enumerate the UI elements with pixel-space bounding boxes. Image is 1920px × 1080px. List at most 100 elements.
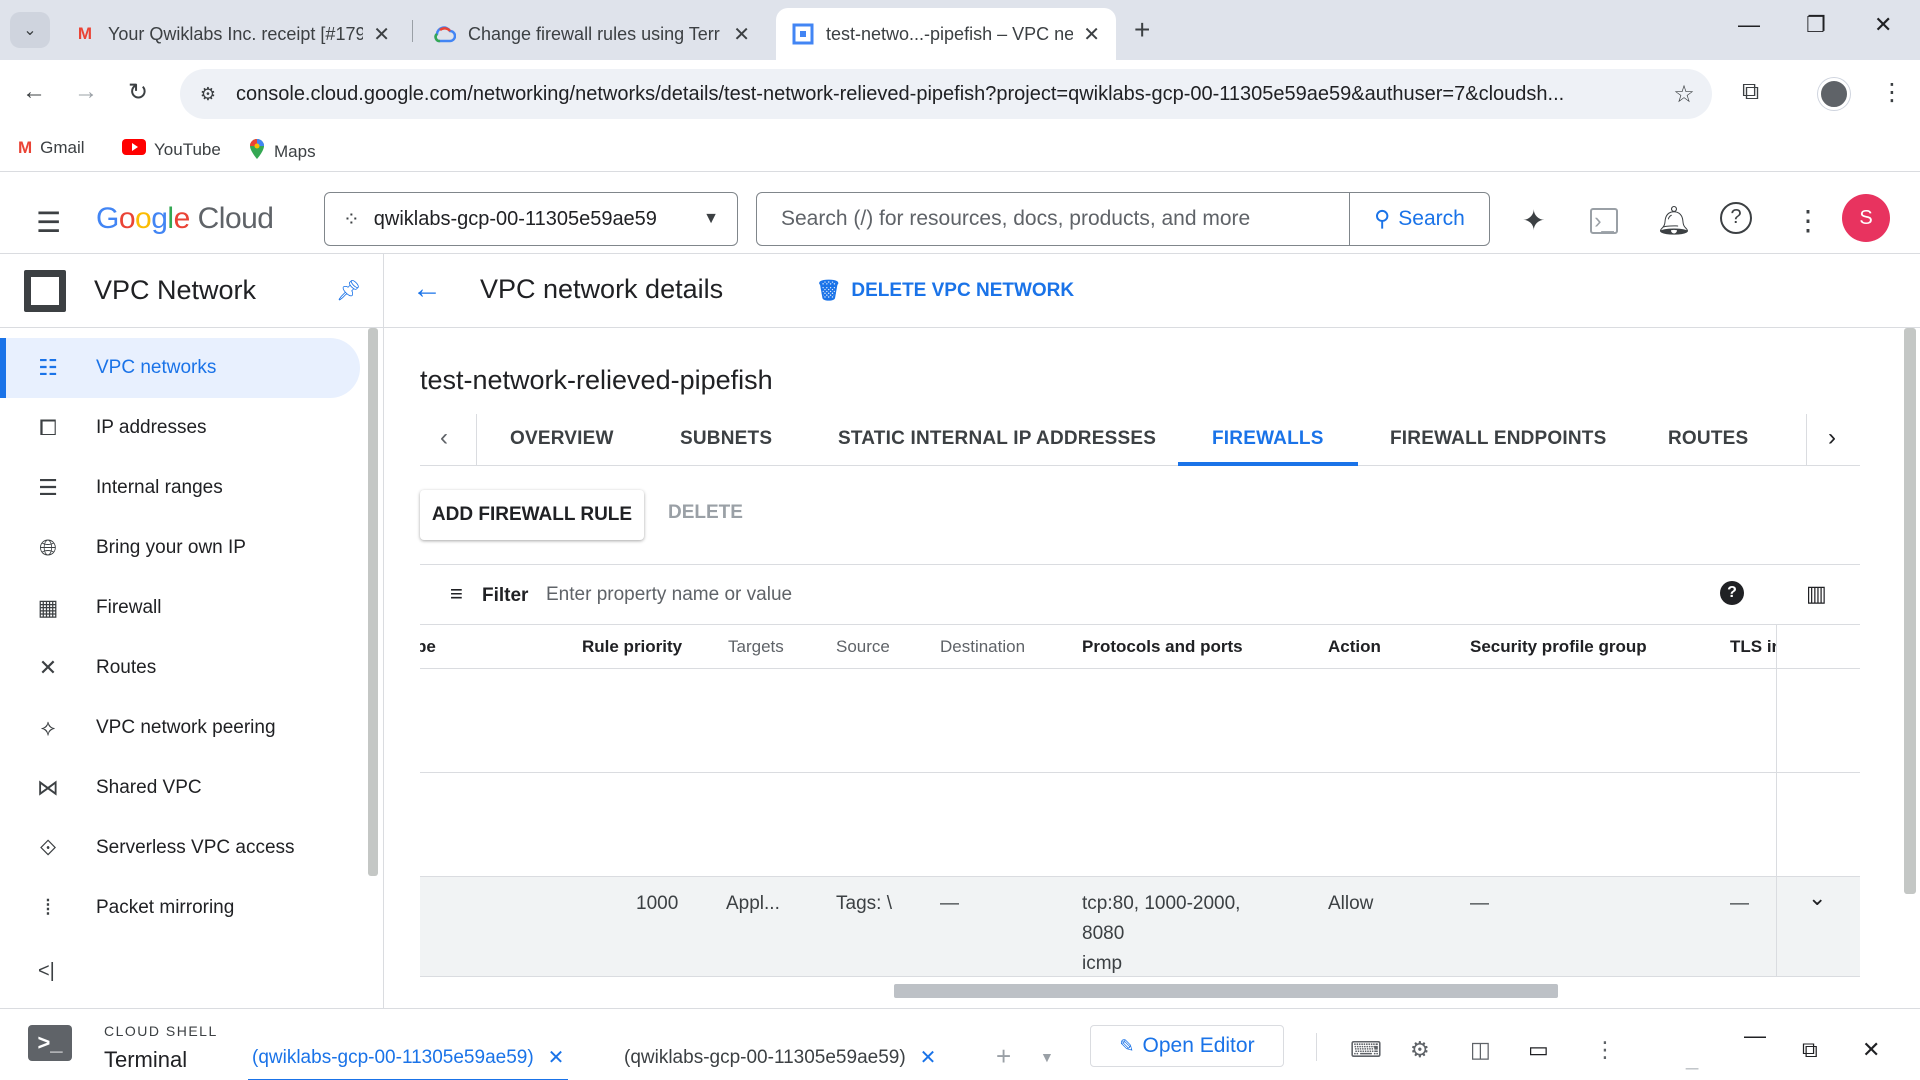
browser-tab-receipt[interactable]: M Your Qwiklabs Inc. receipt [#179 ✕ [58,8,406,60]
delete-button[interactable]: DELETE [668,502,743,524]
back-icon[interactable]: ← [22,78,46,106]
search-button[interactable]: ⚲ Search [1349,193,1489,245]
bookmark-maps[interactable]: Maps [248,138,316,165]
main-menu-icon[interactable]: ☰ [36,206,61,239]
expand-row-icon[interactable]: ⌄ [1808,885,1826,911]
browser-tab-vpc[interactable]: test-netwo...-pipefish – VPC net ✕ [776,8,1116,60]
close-icon[interactable]: ✕ [548,1045,565,1070]
site-info-icon[interactable]: ⚙ [180,84,236,105]
bookmark-star-icon[interactable]: ☆ [1656,80,1712,109]
more-options-icon[interactable]: ⋮ [1594,1037,1616,1063]
chevron-right-icon[interactable]: › [1828,424,1836,452]
terminal-tab-1[interactable]: (qwiklabs-gcp-00-11305e59ae59) ✕ [247,1045,569,1080]
browser-menu-icon[interactable]: ⋮ [1880,78,1904,107]
column-header-type[interactable]: pe [420,637,436,657]
sidebar-item-routes[interactable]: ✕ Routes [0,638,360,698]
column-header-rule-priority[interactable]: Rule priority [582,637,682,657]
chevron-left-icon[interactable]: ‹ [440,424,448,452]
close-icon[interactable]: ✕ [920,1045,937,1070]
help-icon[interactable]: ? [1720,202,1752,234]
column-header-tls-inspection[interactable]: TLS in [1730,637,1776,657]
tab-static-internal-ip-addresses[interactable]: STATIC INTERNAL IP ADDRESSES [838,428,1156,450]
sidebar-scrollbar[interactable] [368,328,378,876]
tab-overview[interactable]: OVERVIEW [510,428,614,450]
cloud-shell-icon[interactable]: ›_ [1590,208,1618,234]
pin-icon[interactable]: 📌︎ [336,278,361,303]
tab-routes[interactable]: ROUTES [1668,428,1748,450]
close-icon[interactable]: ✕ [373,22,390,47]
collapse-nav-icon[interactable]: <| [38,960,55,983]
reload-icon[interactable]: ↻ [128,78,148,107]
search-input[interactable] [757,193,1349,245]
add-terminal-icon[interactable]: + [996,1041,1011,1072]
url-text[interactable]: console.cloud.google.com/networking/netw… [236,83,1656,106]
sidebar-item-firewall[interactable]: ▦ Firewall [0,578,360,638]
avatar[interactable]: S [1842,194,1890,242]
extensions-icon[interactable]: ⧉ [1742,78,1759,106]
column-header-source[interactable]: Source [836,637,890,657]
project-picker[interactable]: ⁘ qwiklabs-gcp-00-11305e59ae59 ▼ [324,192,738,246]
sidebar-item-packet-mirroring[interactable]: ⦙ Packet mirroring [0,878,360,938]
close-shell-icon[interactable]: ✕ [1862,1037,1880,1063]
bookmark-gmail[interactable]: M Gmail [18,138,85,158]
table-row[interactable]: 1000 Appl... Tags: \ — tcp:80, 1000-2000… [420,877,1860,977]
sidebar-item-vpc-network-peering[interactable]: ⟡ VPC network peering [0,698,360,758]
column-header-targets[interactable]: Targets [728,637,784,657]
tab-firewall-endpoints[interactable]: FIREWALL ENDPOINTS [1390,428,1606,450]
open-editor-button[interactable]: ✎ Open Editor [1090,1025,1284,1067]
tab-firewalls[interactable]: FIREWALLS [1212,428,1324,450]
chevron-down-icon[interactable]: ▼ [1040,1049,1054,1065]
terminal-layout-icon[interactable]: ▭ [1528,1037,1549,1063]
minimize-shell-icon[interactable]: _ [1686,1045,1698,1071]
help-icon[interactable]: ? [1720,581,1744,605]
close-icon[interactable]: ✕ [1083,22,1100,47]
horizontal-scrollbar[interactable] [894,984,1558,998]
browser-profile-avatar[interactable] [1818,78,1850,110]
notifications-icon[interactable]: 🔔︎ [1656,204,1692,237]
column-header-destination[interactable]: Destination [940,637,1025,657]
tab-search-icon[interactable]: ⌄ [10,12,50,48]
gemini-icon[interactable]: ✦ [1522,204,1545,237]
delete-vpc-network-button[interactable]: 🗑︎ DELETE VPC NETWORK [816,278,1074,303]
terminal-tab-2[interactable]: (qwiklabs-gcp-00-11305e59ae59) ✕ [624,1045,936,1070]
add-firewall-rule-button[interactable]: ADD FIREWALL RULE [420,490,644,540]
google-cloud-logo[interactable]: Google Cloud [96,202,274,236]
keyboard-icon[interactable]: ⌨ [1350,1037,1382,1063]
firewall-rules-table: ≡ Filter ? ▥ pe Rule priority Targets So… [420,564,1860,977]
forward-icon[interactable]: → [74,78,98,106]
tab-subnets[interactable]: SUBNETS [680,428,772,450]
sidebar-item-vpc-networks[interactable]: ☷ VPC networks [0,338,360,398]
window-close-icon[interactable]: ✕ [1874,12,1892,38]
sidebar-item-serverless-vpc-access[interactable]: ⟐ Serverless VPC access [0,818,360,878]
column-header-protocols-and-ports[interactable]: Protocols and ports [1082,637,1243,657]
more-options-icon[interactable]: ⋮ [1794,204,1822,237]
bookmark-youtube[interactable]: YouTube [122,138,221,161]
sidebar-item-bring-your-own-ip[interactable]: 🌐︎ Bring your own IP [0,518,360,578]
column-header-action[interactable]: Action [1328,637,1381,657]
close-icon[interactable]: ✕ [733,22,750,47]
table-row[interactable] [420,669,1860,773]
left-nav: VPC Network 📌︎ ☷ VPC networks ⧠ IP addre… [0,254,384,1008]
sidebar-item-ip-addresses[interactable]: ⧠ IP addresses [0,398,360,458]
browser-tab-firewall-docs[interactable]: Change firewall rules using Terr ✕ [418,8,766,60]
restore-icon[interactable]: ❐ [1806,12,1826,38]
table-row[interactable] [420,773,1860,877]
open-in-new-window-icon[interactable]: ⧉ [1802,1037,1818,1063]
filter-input[interactable] [546,575,1446,615]
cloud-shell-label: CLOUD SHELL [104,1023,218,1039]
new-tab-button[interactable]: + [1134,14,1150,46]
minimize-icon[interactable]: — [1738,12,1760,38]
back-arrow-icon[interactable]: ← [412,272,442,306]
settings-gear-icon[interactable]: ⚙ [1410,1037,1430,1063]
maps-icon [248,138,266,165]
sidebar-item-shared-vpc[interactable]: ⋈ Shared VPC [0,758,360,818]
sidebar-item-label: Packet mirroring [96,897,235,918]
main-scrollbar[interactable] [1904,328,1916,894]
sidebar-item-internal-ranges[interactable]: ☰ Internal ranges [0,458,360,518]
web-preview-icon[interactable]: ◫ [1470,1037,1491,1063]
column-header-security-profile-group[interactable]: Security profile group [1470,637,1647,657]
filter-icon[interactable]: ≡ [450,581,463,607]
address-bar[interactable]: ⚙ console.cloud.google.com/networking/ne… [180,69,1712,119]
column-display-icon[interactable]: ▥ [1806,581,1827,607]
restore-shell-icon[interactable]: — [1744,1023,1766,1049]
